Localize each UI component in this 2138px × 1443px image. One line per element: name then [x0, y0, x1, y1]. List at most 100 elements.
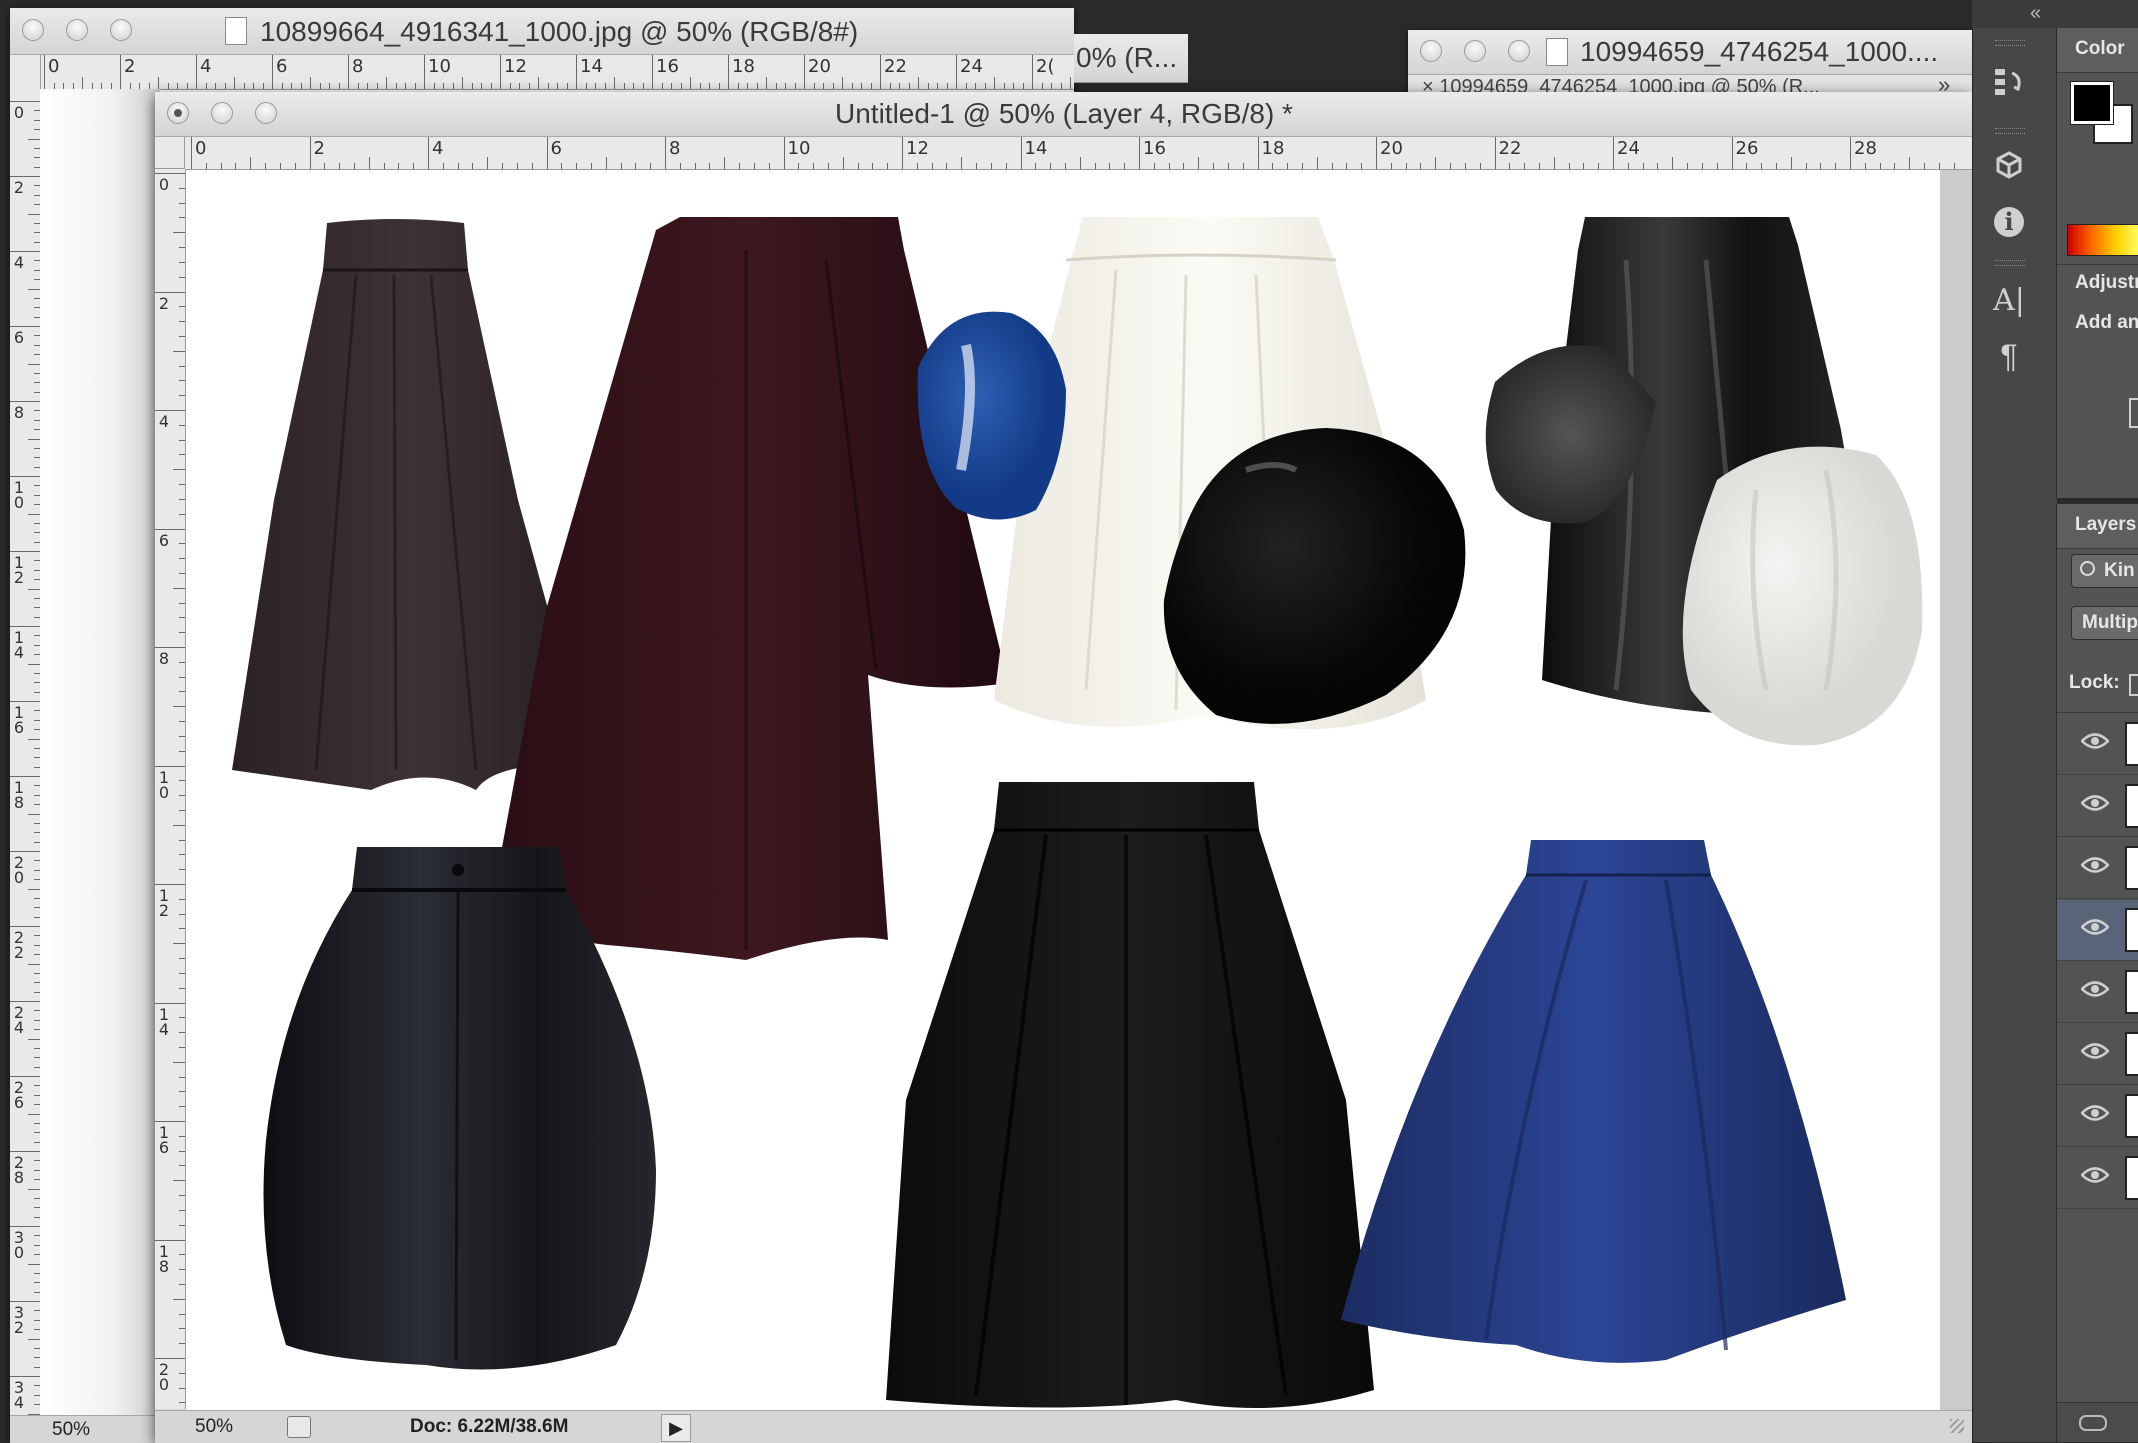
color-spectrum-bar[interactable]: [2067, 224, 2138, 256]
panel-grip[interactable]: [1995, 128, 2025, 134]
layer-thumbnail[interactable]: [2125, 908, 2138, 952]
layers-panel-tab[interactable]: Layers: [2075, 514, 2136, 536]
ruler-subtick: [179, 869, 185, 871]
layer-row[interactable]: [2057, 1024, 2138, 1085]
layer-thumbnail[interactable]: [2125, 846, 2138, 890]
back-left-vertical-ruler[interactable]: 0 2 4 6 8 10 12 14 16 18 20 22 24 26 28 30 32 34: [10, 55, 41, 1415]
layer-row[interactable]: [2057, 838, 2138, 899]
ruler-subtick: [177, 83, 178, 89]
layer-row[interactable]: [2057, 714, 2138, 775]
eye-icon[interactable]: [2081, 1166, 2109, 1184]
eye-icon[interactable]: [2081, 794, 2109, 812]
lock-transparent-icon[interactable]: [2129, 674, 2138, 696]
eye-icon[interactable]: [2081, 918, 2109, 936]
foreground-color-swatch[interactable]: [2070, 81, 2114, 125]
main-vertical-ruler[interactable]: 0 2 4 6 8 10 12 14 16 18 20: [155, 169, 186, 1409]
back-left-horizontal-ruler[interactable]: 0 2 4 6 8 10 12 14 16 18 20 22 24 2(: [40, 55, 1074, 90]
ruler-subtick: [28, 663, 40, 665]
blue-flared-skirt[interactable]: [1341, 840, 1846, 1363]
ruler-tick: [196, 55, 197, 89]
ruler-subtick: [179, 1402, 185, 1404]
back-left-titlebar[interactable]: 10899664_4916341_1000.jpg @ 50% (RGB/8#): [10, 8, 1074, 55]
character-icon[interactable]: A|: [1973, 274, 2045, 326]
ruler-subtick: [620, 163, 622, 169]
layer-row[interactable]: [2057, 900, 2138, 961]
ruler-subtick: [623, 83, 625, 89]
status-menu-arrow-icon[interactable]: ▶: [661, 1414, 691, 1442]
color-panel-tab[interactable]: Color: [2075, 38, 2125, 60]
back-right-title: 10994659_4746254_1000....: [1580, 36, 1939, 67]
eye-icon[interactable]: [2081, 856, 2109, 874]
layer-filter-dropdown[interactable]: Kin: [2071, 554, 2138, 588]
ruler-subtick: [965, 83, 967, 89]
ruler-subtick: [82, 77, 83, 89]
ruler-label: 2(: [1036, 56, 1055, 77]
ruler-subtick: [872, 163, 874, 169]
blend-mode-dropdown[interactable]: Multip: [2071, 606, 2138, 640]
back-left-zoom-readout[interactable]: 50%: [52, 1419, 90, 1441]
resize-grip-icon[interactable]: [1950, 1419, 1964, 1433]
layer-row[interactable]: [2057, 1148, 2138, 1209]
ruler-origin[interactable]: [155, 137, 185, 169]
3d-icon[interactable]: [1973, 140, 2045, 192]
ruler-subtick: [179, 572, 185, 574]
layer-thumbnail[interactable]: [2125, 1094, 2138, 1138]
layer-thumbnail[interactable]: [2125, 970, 2138, 1014]
doc-size-info[interactable]: Doc: 6.22M/38.6M: [410, 1416, 568, 1438]
layer-row[interactable]: [2057, 1086, 2138, 1147]
vertical-scrollbar[interactable]: [1940, 170, 1972, 1410]
back-document-window-right[interactable]: 10994659_4746254_1000.... × 10994659_474…: [1408, 30, 1972, 97]
main-titlebar[interactable]: Untitled-1 @ 50% (Layer 4, RGB/8) *: [155, 92, 1972, 137]
close-button[interactable]: [167, 102, 189, 124]
ruler-subtick: [1657, 163, 1659, 169]
main-statusbar: 50% Doc: 6.22M/38.6M ▶: [155, 1410, 1972, 1443]
paragraph-icon[interactable]: ¶: [1973, 330, 2045, 382]
ruler-subtick: [753, 163, 755, 169]
zoom-button[interactable]: [1508, 40, 1530, 62]
ruler-subtick: [179, 676, 185, 678]
adjustment-preset-icon[interactable]: [2129, 398, 2138, 428]
document-canvas[interactable]: [186, 170, 1940, 1410]
eye-icon[interactable]: [2081, 980, 2109, 998]
zoom-readout[interactable]: 50%: [195, 1416, 233, 1438]
collapse-panels-icon[interactable]: «: [2030, 2, 2041, 25]
ruler-tick: [10, 1076, 40, 1077]
back-right-titlebar[interactable]: 10994659_4746254_1000....: [1408, 30, 1972, 75]
eye-icon[interactable]: [2081, 1042, 2109, 1060]
minimize-button[interactable]: [66, 19, 88, 41]
burgundy-asymmetric-skirt[interactable]: [491, 217, 1008, 960]
status-share-icon[interactable]: [287, 1416, 311, 1438]
close-button[interactable]: [22, 19, 44, 41]
back-document-window-middle[interactable]: 0% (R...: [1074, 34, 1188, 83]
black-pleated-midi-skirt[interactable]: [886, 782, 1374, 1408]
info-icon[interactable]: i: [1973, 196, 2045, 248]
adjustments-panel-tab[interactable]: Adjustm: [2075, 272, 2138, 294]
ruler-subtick: [179, 691, 185, 693]
history-icon[interactable]: [1973, 56, 2045, 108]
layer-thumbnail[interactable]: [2125, 1032, 2138, 1076]
main-document-window[interactable]: Untitled-1 @ 50% (Layer 4, RGB/8) * 0246…: [155, 92, 1972, 1443]
ruler-subtick: [173, 350, 185, 352]
ruler-subtick: [984, 83, 986, 89]
layer-thumbnail[interactable]: [2125, 1156, 2138, 1200]
layer-row[interactable]: [2057, 962, 2138, 1023]
minimize-button[interactable]: [1464, 40, 1486, 62]
eye-icon[interactable]: [2081, 732, 2109, 750]
close-button[interactable]: [1420, 40, 1442, 62]
link-layers-icon[interactable]: [2079, 1415, 2107, 1431]
minimize-button[interactable]: [211, 102, 233, 124]
blue-glossy-swatch[interactable]: [917, 311, 1066, 520]
main-horizontal-ruler[interactable]: 0 2 4 6 8 10 12 14 16 18 20 22 24 26 28: [185, 137, 1972, 170]
ruler-subtick: [768, 163, 770, 169]
layer-row[interactable]: [2057, 776, 2138, 837]
layer-thumbnail[interactable]: [2125, 784, 2138, 828]
layer-thumbnail[interactable]: [2125, 722, 2138, 766]
ruler-subtick: [433, 83, 435, 89]
horizontal-scrollbar[interactable]: [715, 1415, 1915, 1437]
zoom-button[interactable]: [255, 102, 277, 124]
zoom-button[interactable]: [110, 19, 132, 41]
eye-icon[interactable]: [2081, 1104, 2109, 1122]
panel-grip[interactable]: [1995, 40, 2025, 46]
panel-grip[interactable]: [1995, 260, 2025, 266]
white-satin-swatch[interactable]: [1682, 446, 1923, 746]
